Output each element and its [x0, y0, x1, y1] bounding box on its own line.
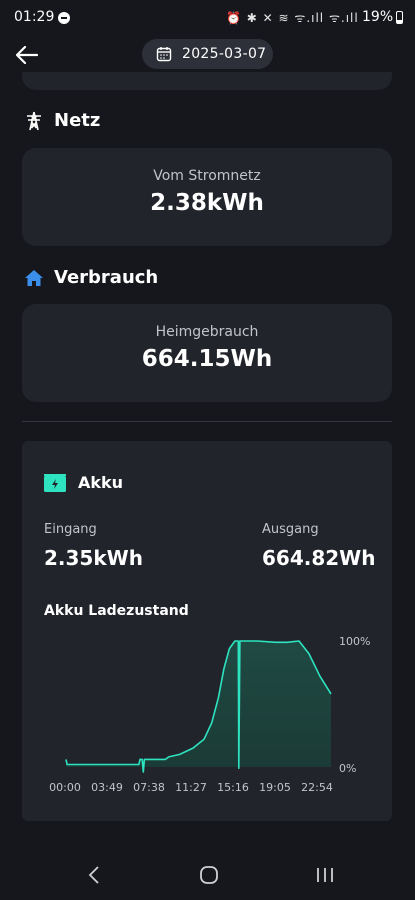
home-circle-icon [200, 866, 218, 884]
battery-card: Akku Eingang 2.35kWh Ausgang 664.82Wh Ak… [22, 441, 392, 821]
verbrauch-header: Verbrauch [24, 267, 158, 288]
x-tick-label: 15:16 [217, 781, 249, 794]
previous-card [22, 72, 392, 90]
x-tick-label: 00:00 [49, 781, 81, 794]
x-tick-label: 07:38 [133, 781, 165, 794]
battery-charge-chart: 100% 0% 00:00 03:49 07:38 11:27 15:16 19:05 22:… [49, 635, 370, 794]
nav-back-button[interactable] [79, 860, 109, 890]
output-value: 664.82Wh [262, 546, 376, 570]
input-label: Eingang [44, 522, 97, 537]
chart-title: Akku Ladezustand [44, 603, 189, 619]
navigation-bar [0, 846, 415, 900]
arrow-left-icon [16, 46, 38, 64]
output-label: Ausgang [262, 522, 319, 537]
verbrauch-title: Verbrauch [54, 267, 159, 288]
battery-header: Akku [44, 473, 123, 492]
back-button[interactable] [12, 40, 42, 70]
nav-recents-button[interactable] [310, 860, 340, 890]
status-icons: ⏰ ✱ ✕ ≋ ᯤ.ıll ᯤ.ıll [226, 11, 359, 25]
x-tick-label: 22:54 [301, 781, 333, 794]
battery-charging-icon [44, 473, 66, 492]
x-tick-label: 11:27 [175, 781, 207, 794]
netz-title: Netz [54, 110, 101, 131]
battery-title: Akku [78, 473, 124, 492]
battery-percentage: 19% [362, 9, 394, 25]
netz-header: Netz [24, 110, 100, 131]
calendar-icon [156, 47, 172, 62]
status-bar: 01:29 ⏰ ✱ ✕ ≋ ᯤ.ıll ᯤ.ıll 19% [0, 0, 415, 36]
grid-value: 2.38kWh [150, 190, 264, 216]
consumption-card: Heimgebrauch 664.15Wh [22, 304, 392, 402]
charge-area [66, 641, 331, 771]
grid-card: Vom Stromnetz 2.38kWh [22, 148, 392, 246]
y-tick-label: 0% [339, 762, 356, 775]
y-tick-label: 100% [339, 635, 370, 648]
recents-icon [317, 868, 333, 882]
status-time: 01:29 [14, 9, 55, 25]
chevron-left-icon [88, 866, 99, 884]
grid-label: Vom Stromnetz [153, 168, 261, 184]
x-tick-label: 19:05 [259, 781, 291, 794]
consumption-label: Heimgebrauch [155, 324, 259, 340]
house-icon [24, 268, 44, 288]
battery-icon [396, 11, 403, 24]
x-tick-label: 03:49 [91, 781, 123, 794]
do-not-disturb-icon [58, 12, 70, 24]
input-value: 2.35kWh [44, 546, 143, 570]
divider [22, 421, 392, 422]
selected-date: 2025-03-07 [182, 46, 267, 62]
consumption-value: 664.15Wh [141, 346, 273, 372]
power-tower-icon [24, 111, 44, 131]
nav-home-button[interactable] [194, 860, 224, 890]
date-picker-button[interactable]: 2025-03-07 [142, 39, 273, 69]
